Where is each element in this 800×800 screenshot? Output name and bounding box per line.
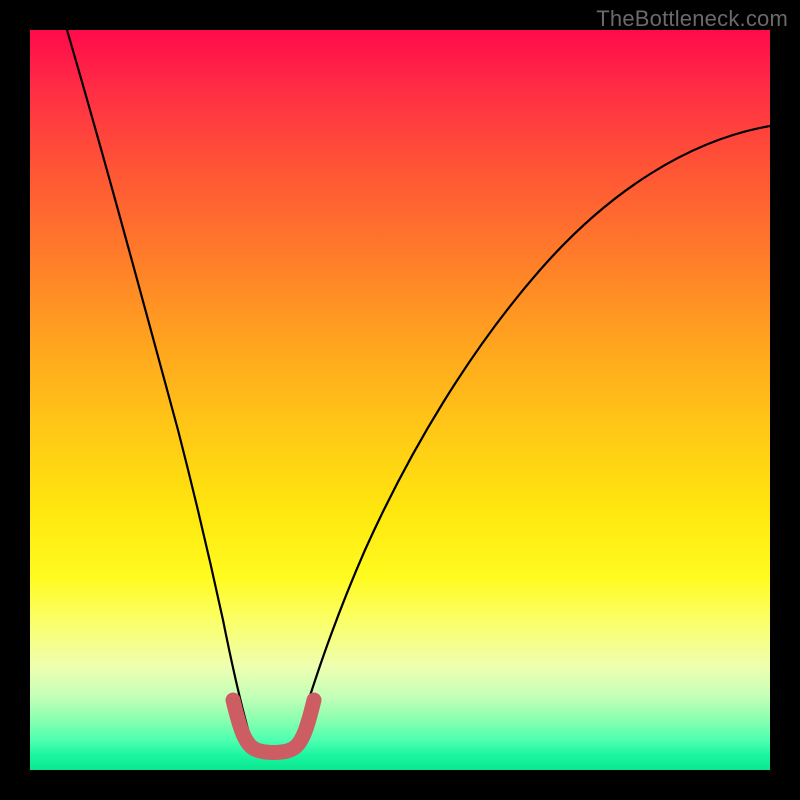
curve-layer (30, 30, 770, 770)
watermark-text: TheBottleneck.com (596, 6, 788, 32)
chart-frame: TheBottleneck.com (0, 0, 800, 800)
curve-right-branch (296, 126, 770, 740)
plot-area (30, 30, 770, 770)
valley-highlight (233, 700, 314, 753)
curve-left-branch (67, 30, 251, 740)
